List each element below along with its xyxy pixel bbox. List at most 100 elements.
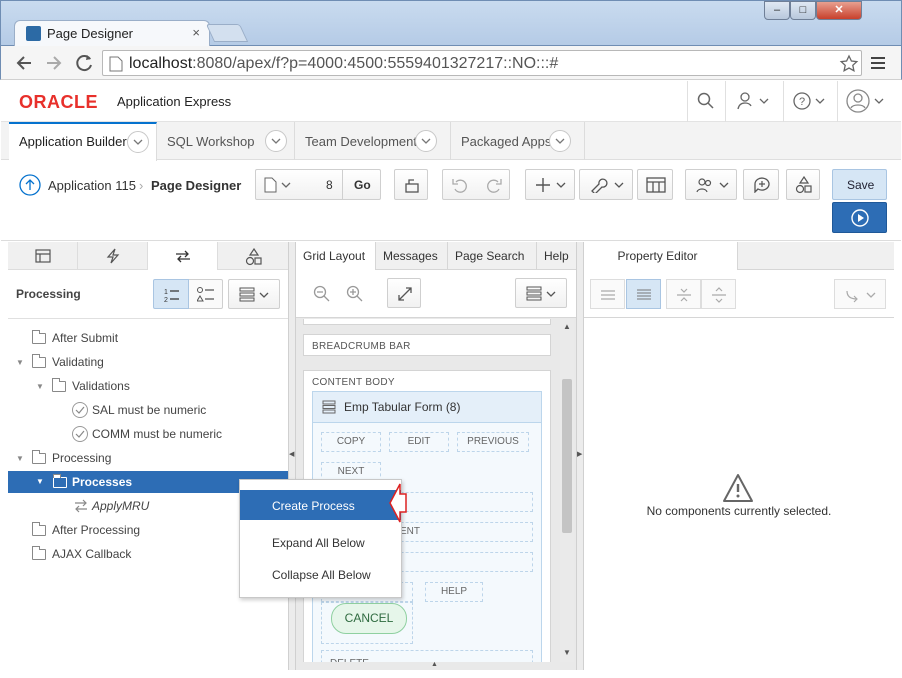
back-arrow-icon[interactable] <box>15 54 33 72</box>
scroll-up-arrow-icon[interactable]: ▲ <box>563 322 571 331</box>
breadcrumb-bar-region[interactable]: BREADCRUMB BAR <box>303 334 551 356</box>
chevron-down-icon[interactable] <box>549 130 571 152</box>
button-edit[interactable]: EDIT <box>389 432 449 452</box>
create-menu-button[interactable] <box>525 169 575 200</box>
tab-grid-layout[interactable]: Grid Layout <box>296 242 376 270</box>
button-cancel[interactable]: CANCEL <box>331 603 407 634</box>
pane-title: Processing <box>16 287 81 301</box>
tree-node-validating[interactable]: Validating <box>52 352 104 372</box>
tree-node-comm-validation[interactable]: COMM must be numeric <box>92 424 222 444</box>
collapse-triangle-icon[interactable]: ▼ <box>36 477 44 486</box>
button-copy[interactable]: COPY <box>321 432 381 452</box>
tab-messages[interactable]: Messages <box>376 242 448 270</box>
tab-help[interactable]: Help <box>537 242 576 270</box>
collapse-all-button[interactable] <box>666 279 701 309</box>
expand-view-button[interactable] <box>387 278 421 308</box>
button-previous[interactable]: PREVIOUS <box>457 432 529 452</box>
tab-packaged-apps[interactable]: Packaged Apps <box>451 122 585 160</box>
browser-tab[interactable]: Page Designer × <box>14 20 210 46</box>
menu-item-expand-all-below[interactable]: Expand All Below <box>240 527 401 557</box>
maximize-icon[interactable]: □ <box>790 1 816 20</box>
tree-node-sal-validation[interactable]: SAL must be numeric <box>92 400 206 420</box>
help-menu-icon[interactable]: ? <box>793 91 827 111</box>
tab-team-development[interactable]: Team Development <box>295 122 451 160</box>
tab-dynamic-actions[interactable] <box>78 242 148 270</box>
window-close-icon[interactable]: ✕ <box>816 1 862 20</box>
tab-close-icon[interactable]: × <box>192 25 200 40</box>
tab-sql-workshop[interactable]: SQL Workshop <box>157 122 295 160</box>
left-pane: Processing 12 After Submit ▼ Validating … <box>8 242 288 670</box>
button-help[interactable]: HELP <box>425 582 483 602</box>
collapse-right-arrow-icon[interactable]: ▶ <box>577 450 582 458</box>
comments-button[interactable] <box>743 169 779 200</box>
team-menu-button[interactable] <box>685 169 737 200</box>
expand-arrows-icon <box>398 287 412 301</box>
show-all-button[interactable] <box>626 279 661 309</box>
tree-node-after-submit[interactable]: After Submit <box>52 328 118 348</box>
tree-node-after-processing[interactable]: After Processing <box>52 520 140 540</box>
chevron-down-icon[interactable] <box>265 130 287 152</box>
expand-all-button[interactable] <box>701 279 736 309</box>
go-to-group-button[interactable] <box>834 279 886 309</box>
pane-menu-button[interactable] <box>228 279 280 309</box>
view-by-type-button[interactable] <box>189 279 223 309</box>
button-delete[interactable]: DELETE <box>321 650 533 662</box>
left-splitter[interactable]: ◀ <box>288 242 296 670</box>
lock-button[interactable] <box>394 169 428 200</box>
tab-application-builder[interactable]: Application Builder <box>9 122 157 161</box>
collapse-triangle-icon[interactable]: ▼ <box>16 454 24 463</box>
expand-bottom-arrow-icon[interactable]: ▲ <box>431 661 438 668</box>
page-number-input[interactable]: 8 <box>326 178 333 192</box>
undo-icon[interactable] <box>451 177 469 193</box>
tab-page-search[interactable]: Page Search <box>448 242 537 270</box>
tab-property-editor[interactable]: Property Editor <box>584 242 738 270</box>
up-arrow-circle-icon[interactable] <box>19 174 41 196</box>
right-splitter[interactable]: ▶ <box>576 242 584 670</box>
run-page-button[interactable] <box>832 202 887 233</box>
tab-processing[interactable] <box>148 242 218 270</box>
vertical-scrollbar[interactable]: ▲ ▼ <box>560 319 574 662</box>
menu-item-collapse-all-below[interactable]: Collapse All Below <box>240 559 401 589</box>
chevron-down-icon[interactable] <box>127 131 149 153</box>
search-icon[interactable] <box>697 92 715 110</box>
chrome-menu-icon[interactable] <box>870 54 886 72</box>
menu-lines-icon <box>526 286 556 301</box>
tree-node-applymru[interactable]: ApplyMRU <box>92 496 149 516</box>
collapse-triangle-icon[interactable]: ▼ <box>16 358 24 367</box>
show-common-button[interactable] <box>590 279 625 309</box>
admin-menu-icon[interactable] <box>737 91 771 111</box>
grid-menu-button[interactable] <box>515 278 567 308</box>
user-menu-icon[interactable] <box>846 89 886 113</box>
tab-shared-components[interactable] <box>218 242 288 270</box>
tab-rendering[interactable] <box>8 242 78 270</box>
scrollbar-thumb[interactable] <box>562 379 572 533</box>
utilities-menu-button[interactable] <box>579 169 633 200</box>
collapse-left-arrow-icon[interactable]: ◀ <box>289 450 294 458</box>
shared-components-shapes-button[interactable] <box>786 169 820 200</box>
page-designer-toolbar: Application 115 › Page Designer 8 Go Sav… <box>1 161 901 241</box>
chevron-down-icon[interactable] <box>415 130 437 152</box>
go-button[interactable]: Go <box>354 178 371 192</box>
shared-components-button[interactable] <box>637 169 673 200</box>
zoom-in-icon[interactable] <box>346 285 364 303</box>
zoom-out-icon[interactable] <box>313 285 331 303</box>
menu-item-create-process[interactable]: Create Process <box>240 490 401 520</box>
tab-label: Packaged Apps <box>461 134 552 149</box>
tree-node-validations[interactable]: Validations <box>72 376 130 396</box>
page-icon[interactable] <box>264 177 294 193</box>
minimize-icon[interactable]: – <box>764 1 790 20</box>
forward-arrow-icon[interactable] <box>45 54 63 72</box>
save-button[interactable]: Save <box>832 169 887 200</box>
tree-node-processing[interactable]: Processing <box>52 448 111 468</box>
apex-header: ORACLE Application Express ? <box>1 81 901 122</box>
bookmark-star-icon[interactable] <box>839 54 859 74</box>
collapse-triangle-icon[interactable]: ▼ <box>36 382 44 391</box>
reload-icon[interactable] <box>75 53 95 73</box>
scroll-down-arrow-icon[interactable]: ▼ <box>563 648 571 657</box>
redo-icon[interactable] <box>485 177 503 193</box>
view-by-order-button[interactable]: 12 <box>153 279 189 309</box>
breadcrumb-application[interactable]: Application 115 <box>48 178 136 193</box>
shape-list-icon <box>197 287 214 302</box>
tree-node-ajax-callback[interactable]: AJAX Callback <box>52 544 131 564</box>
address-bar[interactable]: localhost:8080/apex/f?p=4000:4500:555940… <box>102 50 862 76</box>
